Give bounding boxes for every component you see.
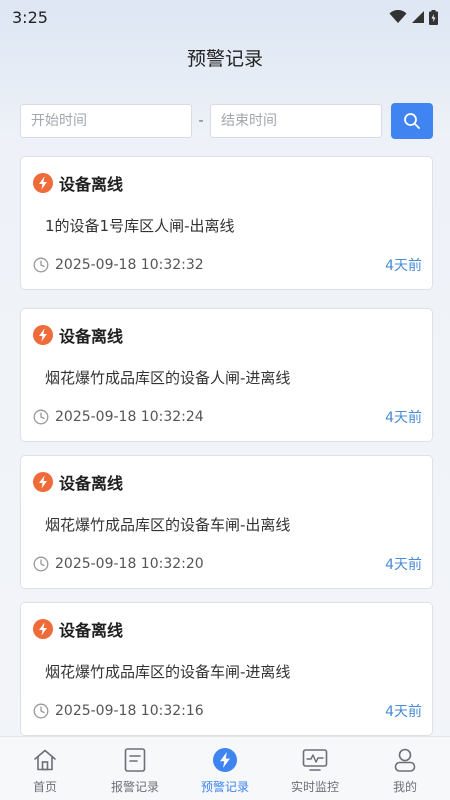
alert-relative-time: 4天前 bbox=[385, 410, 422, 426]
alert-description: 烟花爆竹成品库区的设备人闸-进离线 bbox=[45, 369, 291, 387]
nav-item-realtime-monitor[interactable]: 实时监控 bbox=[270, 737, 360, 795]
alert-card[interactable]: 设备离线 烟花爆竹成品库区的设备人闸-进离线 2025-09-18 10:32:… bbox=[20, 308, 433, 442]
alert-title: 设备离线 bbox=[59, 621, 124, 640]
end-time-input[interactable] bbox=[210, 104, 382, 138]
status-icons bbox=[389, 9, 438, 25]
alert-title: 设备离线 bbox=[59, 327, 124, 346]
card-header: 设备离线 bbox=[33, 323, 123, 347]
user-icon bbox=[394, 748, 416, 772]
bottom-nav: 首页 报警记录 预警记录 实时监控 我的 bbox=[0, 736, 450, 800]
lightning-alert-icon bbox=[33, 619, 53, 639]
card-header: 设备离线 bbox=[33, 617, 123, 641]
nav-item-warning-records[interactable]: 预警记录 bbox=[180, 737, 270, 795]
lightning-icon bbox=[213, 748, 237, 772]
nav-label: 我的 bbox=[392, 780, 417, 794]
card-footer: 2025-09-18 10:32:16 4天前 bbox=[33, 701, 422, 721]
date-separator: - bbox=[198, 113, 204, 129]
signal-icon bbox=[412, 11, 424, 23]
alert-time: 2025-09-18 10:32:16 bbox=[55, 703, 204, 719]
alert-title: 设备离线 bbox=[59, 474, 124, 493]
clock-icon bbox=[33, 703, 49, 719]
card-footer: 2025-09-18 10:32:24 4天前 bbox=[33, 407, 422, 427]
alert-card[interactable]: 设备离线 烟花爆竹成品库区的设备车闸-出离线 2025-09-18 10:32:… bbox=[20, 455, 433, 589]
alert-description: 烟花爆竹成品库区的设备车闸-出离线 bbox=[45, 516, 291, 534]
monitor-icon bbox=[302, 749, 328, 771]
card-footer: 2025-09-18 10:32:20 4天前 bbox=[33, 554, 422, 574]
document-icon bbox=[124, 748, 146, 772]
status-time: 3:25 bbox=[12, 7, 48, 27]
lightning-alert-icon bbox=[33, 325, 53, 345]
alert-title: 设备离线 bbox=[59, 175, 124, 194]
search-icon bbox=[404, 113, 420, 129]
card-header: 设备离线 bbox=[33, 171, 123, 195]
card-header: 设备离线 bbox=[33, 470, 123, 494]
clock-icon bbox=[33, 556, 49, 572]
date-filter: - bbox=[20, 103, 433, 139]
clock-icon bbox=[33, 257, 49, 273]
page-title: 预警记录 bbox=[186, 48, 263, 70]
alert-relative-time: 4天前 bbox=[385, 258, 422, 274]
nav-item-mine[interactable]: 我的 bbox=[360, 737, 450, 795]
nav-item-home[interactable]: 首页 bbox=[0, 737, 90, 795]
alert-card[interactable]: 设备离线 1的设备1号库区人闸-出离线 2025-09-18 10:32:32 … bbox=[20, 156, 433, 290]
alert-description: 烟花爆竹成品库区的设备车闸-进离线 bbox=[45, 663, 291, 681]
alert-card[interactable]: 设备离线 烟花爆竹成品库区的设备车闸-进离线 2025-09-18 10:32:… bbox=[20, 602, 433, 736]
nav-label: 预警记录 bbox=[200, 780, 249, 794]
home-icon bbox=[34, 749, 56, 771]
status-bar: 3:25 bbox=[0, 0, 450, 34]
nav-label: 报警记录 bbox=[110, 780, 159, 794]
lightning-alert-icon bbox=[33, 173, 53, 193]
nav-item-alarm-records[interactable]: 报警记录 bbox=[90, 737, 180, 795]
alert-time: 2025-09-18 10:32:24 bbox=[55, 409, 204, 425]
nav-label: 实时监控 bbox=[290, 780, 339, 794]
wifi-icon bbox=[389, 10, 407, 23]
alert-time: 2025-09-18 10:32:20 bbox=[55, 556, 204, 572]
clock-icon bbox=[33, 409, 49, 425]
search-button[interactable] bbox=[391, 103, 433, 139]
alert-description: 1的设备1号库区人闸-出离线 bbox=[45, 217, 235, 235]
alert-time: 2025-09-18 10:32:32 bbox=[55, 257, 204, 273]
card-footer: 2025-09-18 10:32:32 4天前 bbox=[33, 255, 422, 275]
battery-icon bbox=[429, 9, 438, 25]
start-time-input[interactable] bbox=[20, 104, 192, 138]
nav-label: 首页 bbox=[32, 780, 57, 794]
alert-relative-time: 4天前 bbox=[385, 704, 422, 720]
lightning-alert-icon bbox=[33, 472, 53, 492]
alert-relative-time: 4天前 bbox=[385, 557, 422, 573]
